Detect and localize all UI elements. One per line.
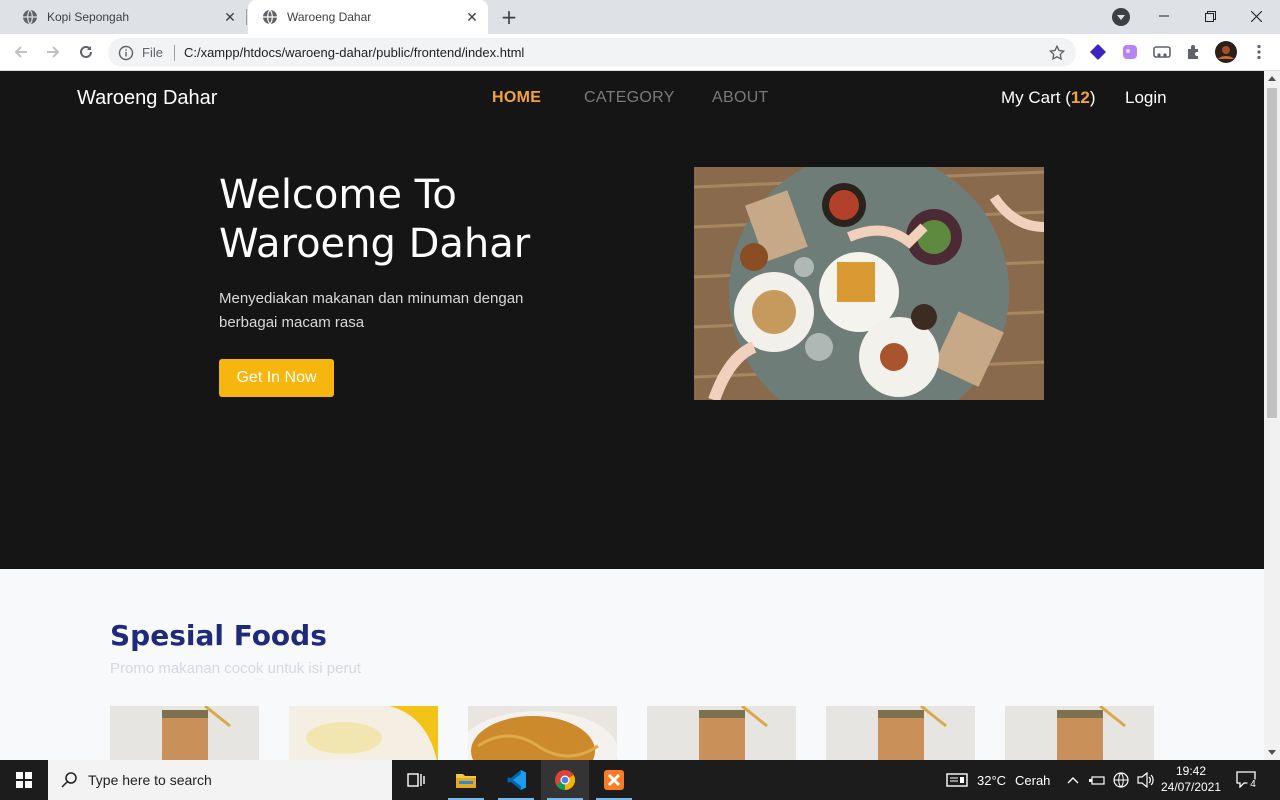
task-view-button[interactable] [392, 760, 440, 800]
bookmark-star-icon[interactable] [1048, 44, 1066, 62]
url-text[interactable]: C:/xampp/htdocs/waroeng-dahar/public/fro… [184, 45, 1048, 60]
minimize-button[interactable] [1141, 0, 1187, 32]
weather-desc[interactable]: Cerah [1015, 773, 1050, 788]
xampp-button[interactable] [590, 760, 638, 800]
close-window-button[interactable] [1233, 0, 1279, 32]
address-bar[interactable]: File C:/xampp/htdocs/waroeng-dahar/publi… [108, 38, 1076, 67]
taskbar-search-input[interactable]: Type here to search [48, 760, 392, 800]
cart-count: 12 [1070, 88, 1090, 107]
extension-diamond-icon[interactable] [1089, 43, 1107, 61]
new-tab-button[interactable]: + [497, 5, 521, 29]
chrome-icon [555, 770, 576, 791]
tab-title: Kopi Sepongah [47, 10, 130, 24]
cart-link[interactable]: My Cart (12) [1001, 88, 1095, 108]
food-card[interactable] [110, 706, 259, 760]
xampp-icon [604, 770, 624, 790]
close-icon[interactable]: ✕ [464, 9, 480, 25]
section-title: Spesial Foods [110, 619, 327, 652]
food-image [1005, 706, 1154, 760]
section-subtitle: Promo makanan cocok untuk isi perut [110, 660, 361, 677]
get-in-now-button[interactable]: Get In Now [219, 359, 334, 397]
folder-icon [456, 774, 476, 788]
windows-taskbar: Type here to search 32°C Cerah 19:42 24/… [0, 760, 1280, 800]
food-image [826, 706, 975, 760]
weather-news-icon[interactable] [946, 772, 968, 788]
start-button[interactable] [0, 760, 48, 800]
tab-title: Waroeng Dahar [287, 10, 372, 24]
windows-logo-icon [16, 772, 32, 788]
vscode-button[interactable] [492, 760, 540, 800]
reload-icon [80, 45, 92, 58]
notification-count: 4 [1247, 779, 1259, 791]
hero-subtitle: Menyediakan makanan dan minuman dengan b… [219, 290, 524, 331]
vscode-icon [507, 770, 526, 790]
hero-food-image [694, 167, 1044, 400]
scrollbar-thumb[interactable] [1267, 88, 1277, 418]
globe-icon [23, 9, 37, 25]
extension-reader-icon[interactable] [1153, 43, 1171, 61]
network-globe-icon[interactable] [1113, 772, 1129, 788]
forward-button[interactable] [41, 40, 65, 64]
clock-time: 19:42 [1175, 764, 1207, 778]
chevron-up-icon[interactable] [1067, 775, 1079, 785]
minimize-icon [1159, 15, 1169, 17]
extensions-puzzle-icon[interactable] [1185, 43, 1203, 61]
site-brand[interactable]: Waroeng Dahar [77, 87, 217, 110]
login-link[interactable]: Login [1125, 88, 1167, 108]
back-button[interactable] [9, 40, 33, 64]
restore-button[interactable] [1187, 0, 1233, 32]
taskbar-clock[interactable]: 19:42 24/07/2021 [1160, 763, 1222, 795]
battery-icon[interactable] [1089, 773, 1105, 787]
food-image [110, 706, 259, 760]
volume-icon[interactable] [1137, 772, 1155, 788]
food-image [647, 706, 796, 760]
close-icon[interactable]: ✕ [222, 9, 238, 25]
browser-tab-strip: Kopi Sepongah ✕ Waroeng Dahar ✕ + [0, 0, 1280, 34]
scheme-label: File [142, 45, 163, 60]
close-icon [1250, 10, 1262, 22]
tab-kopi-sepongah[interactable]: Kopi Sepongah ✕ [8, 0, 246, 34]
food-card[interactable] [1005, 706, 1154, 760]
browser-toolbar: File C:/xampp/htdocs/waroeng-dahar/publi… [0, 34, 1280, 71]
arrow-right-icon [47, 46, 60, 58]
search-icon [61, 772, 77, 788]
tab-search-icon[interactable] [1112, 8, 1130, 26]
extension-palette-icon[interactable] [1121, 43, 1139, 61]
food-card[interactable] [468, 706, 617, 760]
food-image [468, 706, 617, 760]
search-placeholder: Type here to search [88, 772, 212, 788]
restore-icon [1204, 10, 1216, 22]
page-scrollbar[interactable] [1264, 71, 1280, 760]
arrow-left-icon [14, 46, 27, 58]
nav-home[interactable]: HOME [492, 89, 541, 107]
file-explorer-button[interactable] [442, 760, 490, 800]
chrome-button[interactable] [541, 760, 589, 800]
reload-button[interactable] [74, 40, 98, 64]
kebab-menu-icon[interactable] [1250, 43, 1268, 61]
info-icon[interactable] [118, 45, 134, 61]
task-view-icon [407, 773, 425, 787]
weather-temp[interactable]: 32°C [977, 773, 1006, 788]
food-card[interactable] [289, 706, 438, 760]
food-image [289, 706, 438, 760]
tab-waroeng-dahar[interactable]: Waroeng Dahar ✕ [248, 0, 488, 34]
scroll-up-icon[interactable] [1268, 76, 1276, 81]
notification-center-button[interactable]: 4 [1236, 770, 1259, 791]
nav-about[interactable]: ABOUT [712, 89, 769, 107]
scroll-down-icon[interactable] [1268, 750, 1276, 755]
globe-icon [263, 9, 277, 25]
hero-title: Welcome To Waroeng Dahar [219, 172, 531, 267]
tab-separator [246, 9, 247, 25]
page-viewport: Waroeng Dahar HOME CATEGORY ABOUT My Car… [0, 71, 1264, 760]
cart-label: My Cart [1001, 88, 1061, 107]
profile-avatar[interactable] [1215, 41, 1237, 63]
address-divider [173, 44, 175, 61]
food-card[interactable] [826, 706, 975, 760]
clock-date: 24/07/2021 [1160, 780, 1222, 794]
food-card[interactable] [647, 706, 796, 760]
nav-category[interactable]: CATEGORY [584, 89, 675, 107]
hero-section: Waroeng Dahar HOME CATEGORY ABOUT My Car… [0, 71, 1264, 569]
